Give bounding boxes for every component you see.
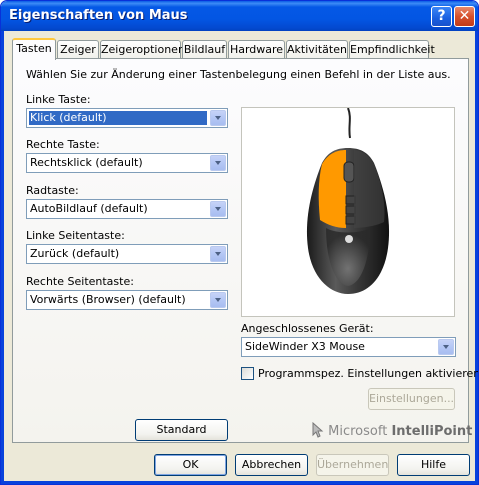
mouse-preview xyxy=(241,107,455,317)
brand-prefix: Microsoft xyxy=(328,424,388,439)
tab-zeiger[interactable]: Zeiger xyxy=(57,40,99,59)
title-bar[interactable]: Eigenschaften von Maus ? ✕ xyxy=(1,1,478,31)
left-button-label: Linke Taste: xyxy=(26,93,91,106)
window-frame-left xyxy=(1,31,4,484)
tab-tasten[interactable]: Tasten xyxy=(12,38,56,60)
mouse-properties-window: Eigenschaften von Maus ? ✕ Tasten Zeiger… xyxy=(0,0,479,485)
close-icon[interactable]: ✕ xyxy=(454,6,475,27)
tab-empfindlichkeit[interactable]: Empfindlichkeit xyxy=(349,40,435,59)
standard-button[interactable]: Standard xyxy=(135,419,228,441)
device-value: SideWinder X3 Mouse xyxy=(245,340,365,353)
right-side-button-label: Rechte Seitentaste: xyxy=(26,275,134,288)
left-side-button-select[interactable]: Zurück (default) xyxy=(26,244,228,264)
device-label: Angeschlossenes Gerät: xyxy=(241,322,374,335)
settings-button[interactable]: Einstellungen... xyxy=(368,388,455,410)
wheel-button-label: Radtaste: xyxy=(26,184,79,197)
right-button-select[interactable]: Rechtsklick (default) xyxy=(26,153,228,173)
window-title: Eigenschaften von Maus xyxy=(9,8,188,23)
left-side-button-value: Zurück (default) xyxy=(30,247,120,260)
tab-bildlauf[interactable]: Bildlauf xyxy=(182,40,227,59)
chevron-down-icon[interactable] xyxy=(210,110,226,126)
tab-zeigeroptionen[interactable]: Zeigeroptionen xyxy=(100,40,185,59)
help-title-button[interactable]: ? xyxy=(431,6,452,27)
instruction-text: Wählen Sie zur Änderung einer Tastenbele… xyxy=(26,68,451,81)
wheel-button-select[interactable]: AutoBildlauf (default) xyxy=(26,199,228,219)
left-button-value: Klick (default) xyxy=(28,110,208,126)
chevron-down-icon[interactable] xyxy=(210,246,226,262)
right-side-button-value: Vorwärts (Browser) (default) xyxy=(30,293,186,306)
mouse-icon xyxy=(306,107,390,294)
left-button-select[interactable]: Klick (default) xyxy=(26,108,228,128)
right-side-button-select[interactable]: Vorwärts (Browser) (default) xyxy=(26,290,228,310)
brand-name: IntelliPoint xyxy=(391,424,473,439)
tab-hardware[interactable]: Hardware xyxy=(228,40,285,59)
cancel-button[interactable]: Abbrechen xyxy=(235,454,308,476)
intellipoint-logo: Microsoft IntelliPoint xyxy=(312,421,473,440)
chevron-down-icon[interactable] xyxy=(210,201,226,217)
left-side-button-label: Linke Seitentaste: xyxy=(26,229,125,242)
device-select[interactable]: SideWinder X3 Mouse xyxy=(241,337,456,357)
right-button-value: Rechtsklick (default) xyxy=(30,156,143,169)
window-frame-bottom xyxy=(1,481,478,484)
help-button[interactable]: Hilfe xyxy=(397,454,470,476)
chevron-down-icon[interactable] xyxy=(210,292,226,308)
tab-aktivitaeten[interactable]: Aktivitäten xyxy=(286,40,348,59)
window-frame-right xyxy=(475,31,478,484)
ok-button[interactable]: OK xyxy=(154,454,227,476)
cursor-icon xyxy=(312,421,324,438)
wheel-button-value: AutoBildlauf (default) xyxy=(30,202,148,215)
apply-button[interactable]: Übernehmen xyxy=(316,454,389,476)
chevron-down-icon[interactable] xyxy=(210,155,226,171)
program-settings-label[interactable]: Programmspez. Einstellungen aktivieren xyxy=(258,367,478,380)
chevron-down-icon[interactable] xyxy=(438,339,454,355)
right-button-label: Rechte Taste: xyxy=(26,138,100,151)
program-settings-checkbox[interactable] xyxy=(241,367,254,380)
